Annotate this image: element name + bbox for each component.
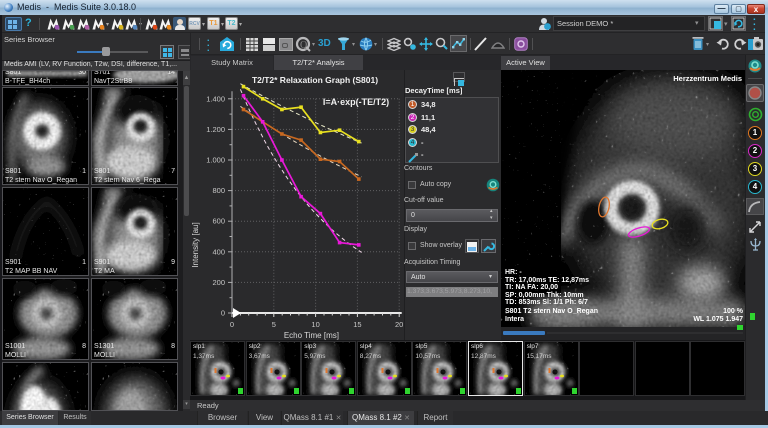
svg-text:1.200: 1.200 xyxy=(206,125,225,134)
svg-text:200: 200 xyxy=(212,278,225,287)
svg-text:Intensity [au]: Intensity [au] xyxy=(191,222,200,267)
svg-text:800: 800 xyxy=(212,186,225,195)
svg-text:Echo Time [ms]: Echo Time [ms] xyxy=(284,331,339,340)
svg-text:15: 15 xyxy=(353,320,361,329)
svg-text:20: 20 xyxy=(395,320,403,329)
svg-text:T2/T2* Relaxation Graph (S801): T2/T2* Relaxation Graph (S801) xyxy=(252,75,378,85)
svg-text:5: 5 xyxy=(272,320,276,329)
svg-text:400: 400 xyxy=(212,247,225,256)
svg-text:0: 0 xyxy=(230,320,234,329)
svg-text:I=A·exp(-TE/T2): I=A·exp(-TE/T2) xyxy=(323,97,389,107)
svg-text:0: 0 xyxy=(221,309,225,318)
svg-text:10: 10 xyxy=(311,320,319,329)
svg-text:1.400: 1.400 xyxy=(206,94,225,103)
svg-text:1.000: 1.000 xyxy=(206,156,225,165)
svg-text:600: 600 xyxy=(212,217,225,226)
svg-text:Q: Q xyxy=(300,40,308,51)
